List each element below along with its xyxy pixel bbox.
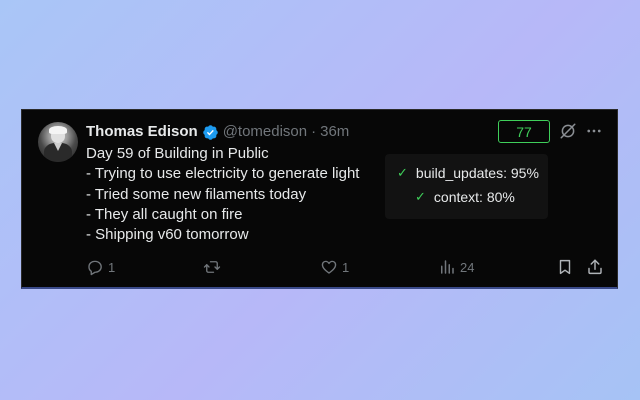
heart-icon <box>321 260 337 274</box>
slashed-circle-icon[interactable] <box>559 122 577 140</box>
repost-icon <box>203 261 221 273</box>
popup-item-label: build_updates: 95% <box>415 165 539 181</box>
verified-badge-icon <box>202 124 218 140</box>
tweet-header: Thomas Edison @tomedison · 36m <box>86 123 349 141</box>
bookmark-icon <box>559 259 571 275</box>
score-badge[interactable]: 77 <box>498 120 550 143</box>
separator-dot: · <box>311 123 317 140</box>
tweet-line: Day 59 of Building in Public <box>86 145 269 162</box>
popup-item: ✓ context: 80% <box>415 189 515 205</box>
popup-item: ✓ build_updates: 95% <box>397 165 539 181</box>
tweet-timestamp[interactable]: 36m <box>320 123 349 141</box>
tweet-card[interactable]: Thomas Edison @tomedison · 36m Day 59 of… <box>21 109 618 289</box>
author-name[interactable]: Thomas Edison <box>86 123 198 141</box>
check-icon: ✓ <box>397 165 408 180</box>
avatar[interactable] <box>38 122 78 162</box>
reply-button[interactable]: 1 <box>86 258 115 276</box>
reply-icon <box>88 260 102 276</box>
views-button[interactable]: 24 <box>438 258 474 276</box>
author-handle[interactable]: @tomedison <box>223 123 307 141</box>
tweet-line: - Shipping v60 tomorrow <box>86 226 249 244</box>
bookmark-button[interactable] <box>556 258 574 276</box>
check-icon: ✓ <box>415 189 426 204</box>
views-bar-chart-icon <box>441 260 454 274</box>
share-icon <box>588 259 602 275</box>
popup-item-label: context: 80% <box>433 189 515 205</box>
tweet-line: - Trying to use electricity to generate … <box>86 165 360 183</box>
views-count: 24 <box>460 259 475 275</box>
tweet-actions: 1 1 24 <box>86 258 606 278</box>
tweet-text: Day 59 of Building in Public - Trying to … <box>86 144 359 245</box>
more-dots-icon[interactable] <box>584 122 604 140</box>
reply-count: 1 <box>108 259 116 275</box>
tweet-line: - They all caught on fire <box>86 205 243 223</box>
like-count: 1 <box>342 259 350 275</box>
share-button[interactable] <box>586 258 604 276</box>
repost-button[interactable] <box>203 258 225 276</box>
score-value: 77 <box>516 123 532 140</box>
score-popup: ✓ build_updates: 95% ✓ context: 80% <box>385 154 548 219</box>
like-button[interactable]: 1 <box>320 258 349 276</box>
tweet-line: - Tried some new filaments today <box>86 185 307 203</box>
